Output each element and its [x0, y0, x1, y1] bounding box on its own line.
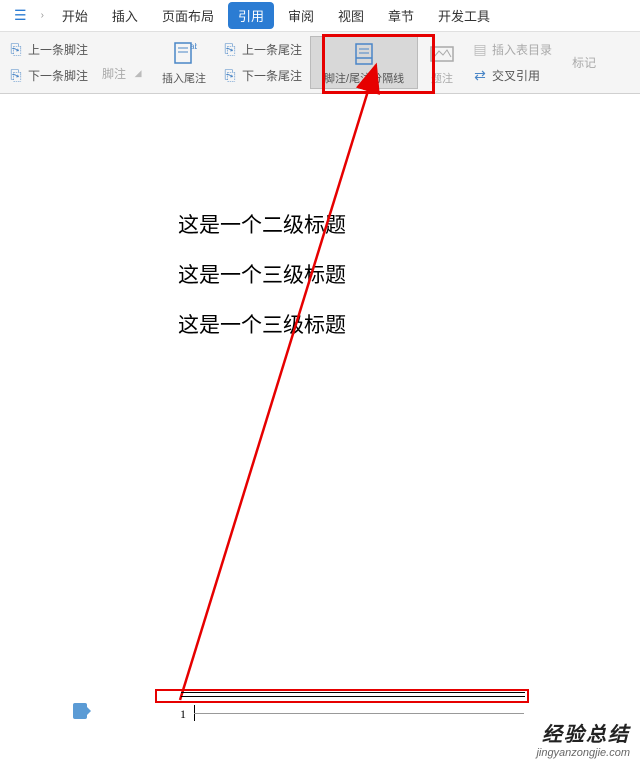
menubar: ☰ › 开始 插入 页面布局 引用 审阅 视图 章节 开发工具	[0, 0, 640, 32]
caption-label: 题注	[431, 70, 453, 86]
next-footnote-label: 下一条脚注	[28, 67, 88, 84]
menu-view[interactable]: 视图	[328, 2, 374, 29]
menu-references[interactable]: 引用	[228, 2, 274, 29]
doc-heading-3b: 这是一个三级标题	[178, 309, 346, 339]
dropdown-icon[interactable]: ☰	[8, 7, 33, 24]
footnote-group-label: 脚注 ◢	[96, 62, 152, 85]
page-number: 1	[180, 707, 186, 722]
footnote-separator-line-2	[181, 696, 525, 697]
watermark-en: jingyanzongjie.com	[536, 747, 630, 759]
endnote-icon: ab	[170, 40, 198, 68]
ribbon-toolbar: ⎘ 上一条脚注 ⎘ 下一条脚注 脚注 ◢ ab 插入尾注 ⎘ 上一条尾注 ⎘ 下…	[0, 32, 640, 94]
doc-heading-2: 这是一个二级标题	[178, 209, 346, 239]
caption-icon	[428, 40, 456, 68]
footnote-prev-icon: ⎘	[8, 41, 24, 57]
caption-tools-group: ▤ 插入表目录 ⇄ 交叉引用	[466, 36, 558, 89]
menu-start[interactable]: 开始	[52, 2, 98, 29]
chevron-right-icon: ›	[37, 10, 48, 21]
endnote-prev-icon: ⎘	[222, 41, 238, 57]
mark-text: 标记	[572, 54, 596, 71]
prev-endnote-button[interactable]: ⎘ 上一条尾注	[216, 38, 308, 61]
footnote-separator-button[interactable]: 脚注/尾注分隔线	[310, 36, 418, 89]
watermark-cn: 经验总结	[536, 718, 630, 747]
menu-insert[interactable]: 插入	[102, 2, 148, 29]
footnote-label-group: 脚注 ◢	[96, 36, 152, 89]
separator-label: 脚注/尾注分隔线	[324, 70, 404, 86]
footnote-group-text: 脚注	[102, 65, 126, 82]
insert-endnote-button[interactable]: ab 插入尾注	[154, 36, 214, 89]
next-endnote-button[interactable]: ⎘ 下一条尾注	[216, 64, 308, 87]
menu-section[interactable]: 章节	[378, 2, 424, 29]
next-footnote-button[interactable]: ⎘ 下一条脚注	[2, 64, 94, 87]
cross-ref-button[interactable]: ⇄ 交叉引用	[466, 64, 558, 87]
prev-endnote-label: 上一条尾注	[242, 41, 302, 58]
insert-toc-label: 插入表目录	[492, 41, 552, 58]
watermark: 经验总结 jingyanzongjie.com	[536, 718, 630, 759]
svg-text:ab: ab	[190, 42, 197, 51]
cross-ref-icon: ⇄	[472, 68, 488, 84]
next-endnote-label: 下一条尾注	[242, 67, 302, 84]
doc-heading-3a: 这是一个三级标题	[178, 259, 346, 289]
dialog-launcher-icon[interactable]: ◢	[130, 66, 146, 82]
toc-icon: ▤	[472, 41, 488, 57]
mark-label: 标记	[566, 51, 602, 74]
prev-footnote-button[interactable]: ⎘ 上一条脚注	[2, 38, 94, 61]
cursor-baseline	[194, 713, 524, 714]
section-indicator-icon[interactable]	[73, 703, 87, 719]
prev-footnote-label: 上一条脚注	[28, 41, 88, 58]
cross-ref-label: 交叉引用	[492, 67, 540, 84]
menu-review[interactable]: 审阅	[278, 2, 324, 29]
footnote-separator-line	[181, 692, 525, 693]
menu-layout[interactable]: 页面布局	[152, 2, 224, 29]
insert-toc-button[interactable]: ▤ 插入表目录	[466, 38, 558, 61]
document-area[interactable]: 这是一个二级标题 这是一个三级标题 这是一个三级标题	[0, 94, 640, 769]
mark-group: 标记	[560, 36, 602, 89]
endnote-next-icon: ⎘	[222, 68, 238, 84]
footnote-next-icon: ⎘	[8, 68, 24, 84]
separator-icon	[350, 40, 378, 68]
insert-endnote-label: 插入尾注	[162, 70, 206, 86]
menu-devtools[interactable]: 开发工具	[428, 2, 500, 29]
footnote-nav-group: ⎘ 上一条脚注 ⎘ 下一条脚注	[2, 36, 94, 89]
endnote-nav-group: ⎘ 上一条尾注 ⎘ 下一条尾注	[216, 36, 308, 89]
caption-button[interactable]: 题注	[420, 36, 464, 89]
